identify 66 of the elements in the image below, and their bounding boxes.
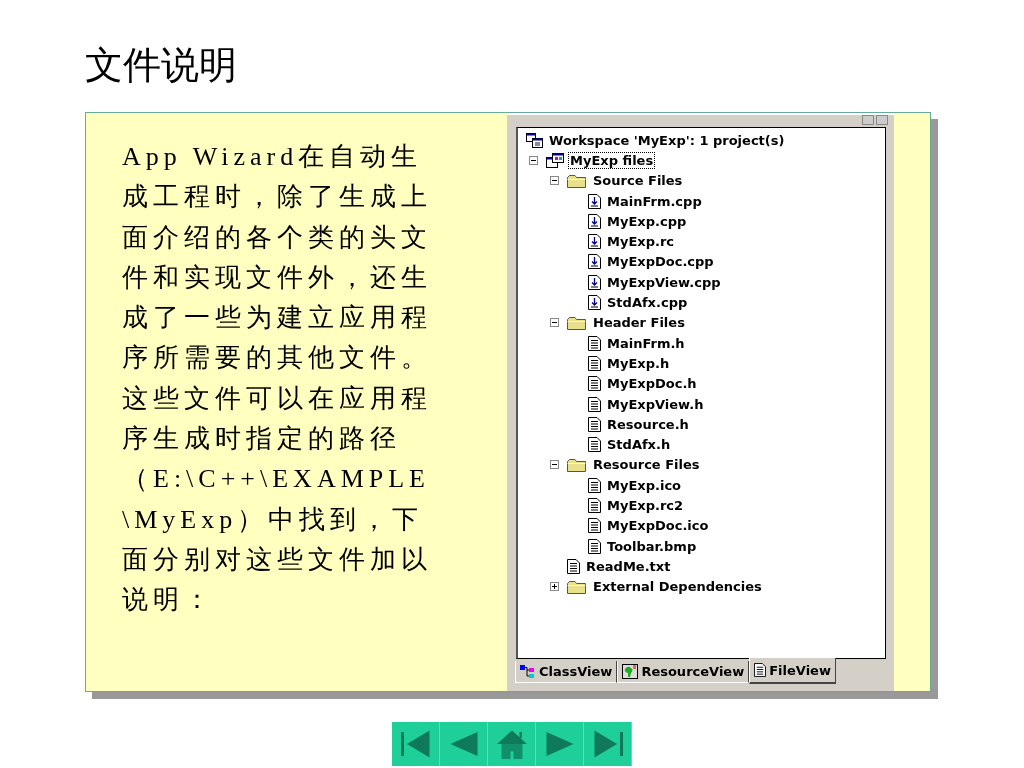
document-icon — [588, 477, 601, 493]
document-icon — [588, 355, 601, 371]
previous-slide-button[interactable] — [440, 722, 488, 766]
tree-item[interactable]: ReadMe.txt — [584, 557, 673, 575]
document-icon — [588, 335, 601, 351]
first-slide-button[interactable] — [392, 722, 440, 766]
source-file-icon — [588, 254, 601, 270]
scroll-button[interactable] — [876, 115, 888, 125]
workspace-icon — [526, 132, 543, 148]
tree-item[interactable]: MyExpDoc.ico — [605, 517, 711, 535]
tree-item[interactable]: Source Files — [591, 172, 685, 190]
tree-item[interactable]: Resource.h — [605, 415, 691, 433]
document-icon — [588, 498, 601, 513]
tree-item[interactable]: Header Files — [591, 314, 687, 332]
source-file-icon — [588, 295, 601, 310]
tree-item[interactable]: MyExp.ico — [605, 476, 683, 494]
tree-item[interactable]: MyExp.rc2 — [605, 497, 686, 514]
view-tab[interactable]: ResourceView — [617, 661, 750, 683]
tree-item[interactable]: MyExpDoc.cpp — [605, 253, 716, 271]
description-text: App Wizard在自动生成工程时，除了生成上面介绍的各个类的头文件和实现文件外，还生成了一些为建立应用程序所需要的其他文件。这些文件可以在应用程序生成时指定的路径（E:\C++\EXAMPLE\MyExp）中找到，下面分别对这些文件加以说明： — [121, 141, 433, 617]
source-file-icon — [588, 213, 601, 229]
next-slide-button[interactable] — [536, 722, 584, 766]
tree-item[interactable]: MainFrm.h — [605, 334, 687, 352]
tree-item[interactable]: MainFrm.cpp — [605, 192, 704, 210]
collapse-toggle[interactable] — [529, 155, 538, 165]
tree-item[interactable]: StdAfx.cpp — [605, 294, 690, 311]
class-view-icon — [520, 664, 536, 679]
source-file-icon — [588, 193, 601, 209]
home-button[interactable] — [488, 722, 536, 766]
source-file-icon — [588, 234, 601, 250]
tree-item[interactable]: Workspace 'MyExp': 1 project(s) — [547, 131, 787, 149]
folder-icon — [567, 315, 587, 330]
view-tab[interactable]: FileView — [749, 658, 836, 684]
document-icon — [588, 416, 601, 432]
collapse-toggle[interactable] — [550, 176, 559, 186]
project-icon — [546, 152, 564, 168]
document-icon — [588, 396, 601, 412]
tree-item[interactable]: MyExpView.cpp — [605, 273, 723, 291]
document-icon — [588, 437, 601, 453]
expand-toggle[interactable] — [550, 582, 559, 592]
folder-icon — [567, 457, 587, 472]
document-icon — [588, 376, 601, 392]
source-file-icon — [588, 274, 601, 290]
tree-item[interactable]: MyExp files — [568, 151, 656, 169]
document-icon — [754, 663, 767, 677]
tree-item[interactable]: Resource Files — [591, 456, 702, 474]
scroll-button[interactable] — [862, 115, 874, 125]
document-icon — [588, 538, 601, 554]
tree-item[interactable]: StdAfx.h — [605, 436, 673, 454]
collapse-toggle[interactable] — [550, 318, 559, 328]
view-tab[interactable]: ClassView — [515, 661, 618, 683]
tree-item[interactable]: MyExpDoc.h — [605, 375, 699, 393]
tree-item[interactable]: MyExp.cpp — [605, 212, 689, 230]
resource-view-icon — [622, 664, 639, 679]
last-slide-button[interactable] — [584, 722, 632, 766]
tree-item[interactable]: MyExpView.h — [605, 395, 706, 413]
tree-item[interactable]: MyExp.rc — [605, 233, 677, 251]
document-icon — [567, 558, 580, 574]
tree-item[interactable]: MyExp.h — [605, 354, 672, 372]
slide-title: 文件说明 — [85, 42, 238, 89]
document-icon — [588, 518, 601, 534]
folder-icon — [567, 173, 587, 188]
tree-item[interactable]: External Dependencies — [591, 578, 764, 596]
collapse-toggle[interactable] — [550, 460, 559, 470]
tree-item[interactable]: Toolbar.bmp — [605, 537, 699, 555]
folder-icon — [567, 579, 587, 594]
